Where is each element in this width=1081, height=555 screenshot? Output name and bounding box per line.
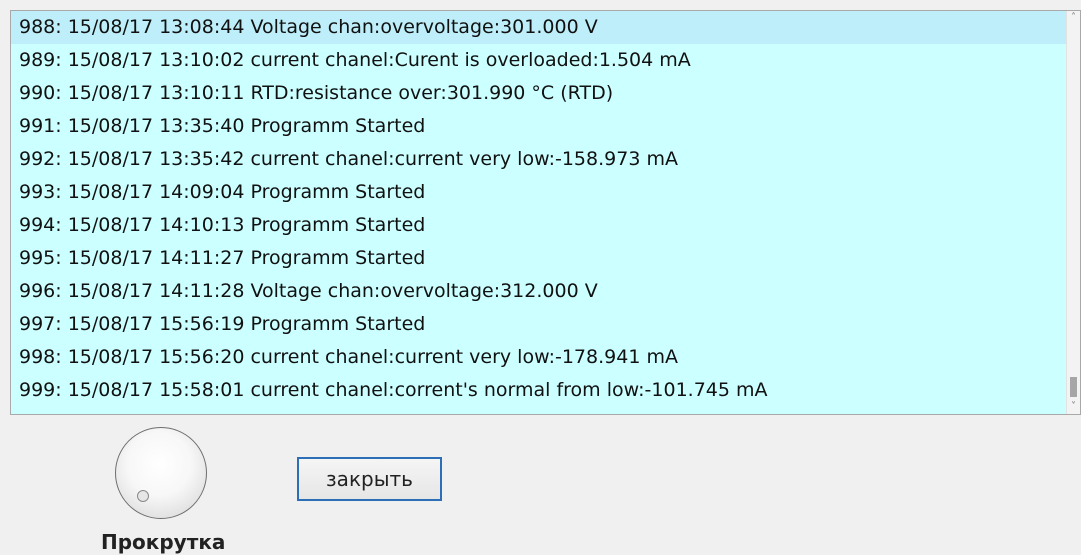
scroll-dial[interactable] [115, 427, 207, 519]
log-row[interactable]: 992: 15/08/17 13:35:42 current chanel:cu… [11, 143, 1066, 176]
log-row[interactable]: 994: 15/08/17 14:10:13 Programm Started [11, 209, 1066, 242]
chevron-down-icon[interactable]: ˅ [1067, 400, 1080, 414]
log-row[interactable]: 989: 15/08/17 13:10:02 current chanel:Cu… [11, 44, 1066, 77]
log-row-selected[interactable]: 988: 15/08/17 13:08:44 Voltage chan:over… [11, 11, 1066, 44]
scroll-dial-label: Прокрутка [101, 530, 226, 554]
log-row[interactable]: 991: 15/08/17 13:35:40 Programm Started [11, 110, 1066, 143]
log-row[interactable]: 993: 15/08/17 14:09:04 Programm Started [11, 176, 1066, 209]
log-row[interactable]: 995: 15/08/17 14:11:27 Programm Started [11, 242, 1066, 275]
log-row[interactable]: 998: 15/08/17 15:56:20 current chanel:cu… [11, 341, 1066, 374]
log-row[interactable]: 990: 15/08/17 13:10:11 RTD:resistance ov… [11, 77, 1066, 110]
log-row[interactable]: 999: 15/08/17 15:58:01 current chanel:co… [11, 374, 1066, 407]
dial-notch-indicator [137, 490, 149, 502]
vertical-scrollbar[interactable]: ˄ ˅ [1066, 11, 1080, 414]
log-row[interactable]: 997: 15/08/17 15:56:19 Programm Started [11, 308, 1066, 341]
event-log-list[interactable]: 988: 15/08/17 13:08:44 Voltage chan:over… [10, 10, 1081, 415]
close-button[interactable]: закрыть [297, 457, 442, 501]
log-row[interactable]: 996: 15/08/17 14:11:28 Voltage chan:over… [11, 275, 1066, 308]
scrollbar-thumb[interactable] [1070, 377, 1077, 397]
chevron-up-icon[interactable]: ˄ [1067, 11, 1080, 25]
event-log-rows[interactable]: 988: 15/08/17 13:08:44 Voltage chan:over… [11, 11, 1066, 414]
